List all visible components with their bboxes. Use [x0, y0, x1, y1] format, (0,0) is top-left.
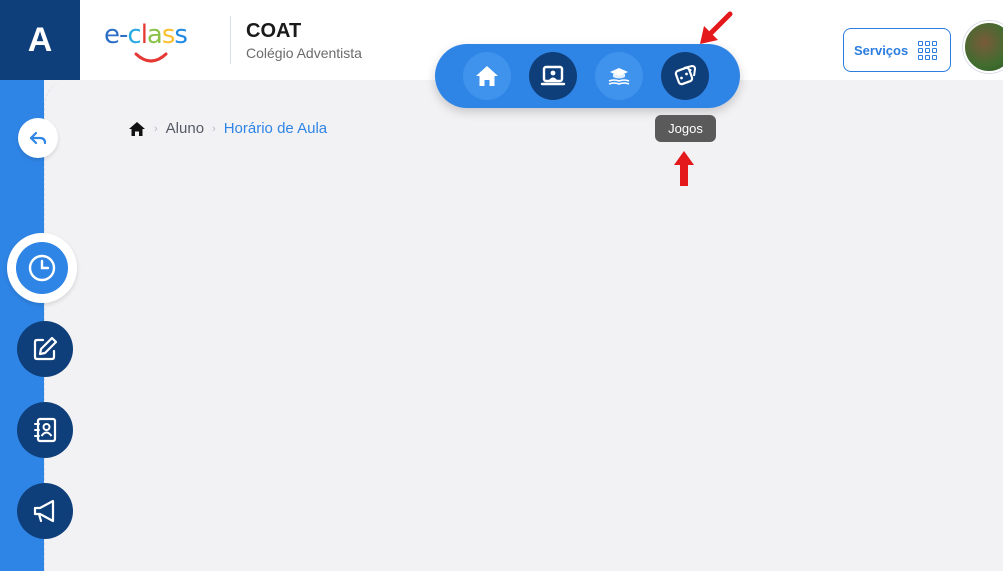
brand-c: c	[127, 20, 141, 50]
home-icon[interactable]	[128, 121, 146, 137]
clock-icon	[28, 254, 56, 282]
dice-icon	[674, 64, 697, 86]
contacts-button[interactable]	[17, 402, 73, 458]
app-root: A e-class COAT Colégio Adventista Serviç…	[0, 0, 1003, 571]
school-name: COAT	[246, 20, 302, 42]
classroom-screen-icon	[540, 65, 566, 86]
left-sidebar	[0, 80, 96, 571]
nav-education-button[interactable]	[595, 52, 643, 100]
apps-grid-icon	[918, 40, 938, 60]
brand-s1: s	[161, 20, 176, 50]
home-icon	[476, 66, 498, 86]
breadcrumb-aluno[interactable]: Aluno	[166, 120, 204, 137]
graduation-book-icon	[608, 68, 630, 85]
games-tooltip: Jogos	[655, 115, 716, 142]
annotation-arrow-icon	[700, 11, 733, 44]
nav-games-button[interactable]	[661, 52, 709, 100]
user-avatar[interactable]	[963, 21, 1003, 73]
nav-home-button[interactable]	[463, 52, 511, 100]
brand-s2: s	[174, 20, 188, 50]
back-button[interactable]	[18, 118, 58, 158]
main-nav-pill	[435, 44, 740, 108]
schedule-button[interactable]	[7, 233, 77, 303]
app-logo[interactable]: A	[0, 0, 80, 80]
brand-smile-icon	[134, 52, 168, 63]
contact-book-icon	[34, 417, 57, 443]
logo-letter: A	[27, 20, 53, 59]
header-divider	[230, 16, 231, 64]
breadcrumb-separator: ›	[212, 122, 216, 135]
annotation-arrow-icon	[674, 151, 694, 186]
brand-a: a	[146, 20, 163, 50]
breadcrumb-current: Horário de Aula	[223, 120, 328, 137]
announcements-button[interactable]	[17, 483, 73, 539]
eclass-brand[interactable]: e-class	[104, 20, 214, 70]
school-subtitle: Colégio Adventista	[246, 45, 362, 61]
breadcrumb-separator: ›	[154, 122, 158, 135]
breadcrumb: › Aluno › Horário de Aula	[128, 120, 327, 137]
megaphone-icon	[33, 499, 55, 523]
back-arrow-icon	[29, 131, 47, 145]
edit-button[interactable]	[17, 321, 73, 377]
brand-e: e	[104, 20, 120, 50]
nav-classroom-button[interactable]	[529, 52, 577, 100]
services-button[interactable]: Serviços	[843, 28, 951, 72]
services-label: Serviços	[854, 42, 909, 58]
school-info: COAT Colégio Adventista	[246, 20, 362, 61]
edit-icon	[33, 336, 58, 361]
